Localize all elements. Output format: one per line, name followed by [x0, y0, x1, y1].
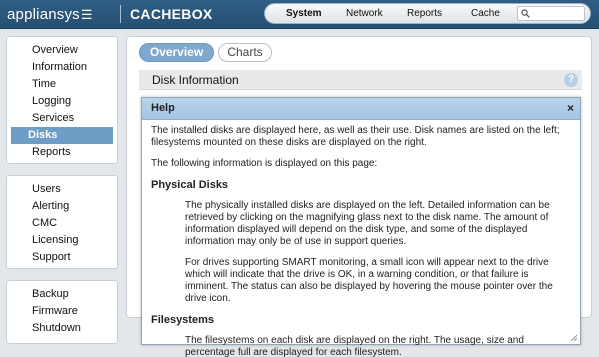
- tab-overview[interactable]: Overview: [139, 43, 214, 62]
- sidebar-group-system: Overview Information Time Logging Servic…: [6, 36, 118, 164]
- product-name: CACHEBOX: [130, 6, 213, 22]
- nav-tab-network[interactable]: Network: [346, 8, 383, 19]
- appliansys-logo[interactable]: appliansys☰: [7, 6, 93, 23]
- help-title: Help: [151, 102, 175, 114]
- sidebar-item-logging[interactable]: Logging: [11, 93, 113, 110]
- sidebar-item-time[interactable]: Time: [11, 76, 113, 93]
- sidebar-item-shutdown[interactable]: Shutdown: [11, 320, 113, 337]
- help-body: The installed disks are displayed here, …: [142, 120, 580, 357]
- logo-divider: [120, 5, 121, 23]
- top-navigation: System Network Reports Cache: [264, 3, 591, 24]
- close-icon[interactable]: ×: [567, 101, 574, 115]
- sidebar-item-support[interactable]: Support: [11, 249, 113, 266]
- section-title: Disk Information: [152, 73, 239, 87]
- logo-text: appliansys: [7, 6, 80, 23]
- physical-disks-text: The physically installed disks are displ…: [185, 200, 550, 247]
- disk-information-header: Disk Information ?: [139, 70, 582, 90]
- heading-filesystems: Filesystems: [151, 314, 214, 326]
- sidebar-item-backup[interactable]: Backup: [11, 286, 113, 303]
- search-input[interactable]: [517, 6, 585, 21]
- sidebar-item-information[interactable]: Information: [11, 59, 113, 76]
- sidebar-item-users[interactable]: Users: [11, 181, 113, 198]
- help-dialog: Help × The installed disks are displayed…: [141, 97, 581, 357]
- nav-tab-cache[interactable]: Cache: [471, 8, 500, 19]
- resize-grip-icon[interactable]: [570, 334, 578, 342]
- sidebar-item-overview[interactable]: Overview: [11, 42, 113, 59]
- sidebar-item-firmware[interactable]: Firmware: [11, 303, 113, 320]
- sidebar-item-cmc[interactable]: CMC: [11, 215, 113, 232]
- sidebar-item-alerting[interactable]: Alerting: [11, 198, 113, 215]
- sidebar-item-disks[interactable]: Disks: [11, 127, 113, 144]
- search-icon: [521, 9, 530, 18]
- nav-tab-system[interactable]: System: [286, 8, 322, 19]
- help-info-line: The following information is displayed o…: [151, 158, 378, 169]
- tab-charts[interactable]: Charts: [218, 43, 272, 62]
- sidebar-item-licensing[interactable]: Licensing: [11, 232, 113, 249]
- sidebar-group-admin: Users Alerting CMC Licensing Support: [6, 175, 118, 269]
- sidebar-item-services[interactable]: Services: [11, 110, 113, 127]
- help-icon[interactable]: ?: [564, 73, 578, 87]
- filesystems-text: The filesystems on each disk are display…: [185, 335, 524, 357]
- top-header: appliansys☰ CACHEBOX System Network Repo…: [0, 0, 599, 29]
- heading-physical-disks: Physical Disks: [151, 179, 229, 191]
- sidebar-item-reports[interactable]: Reports: [11, 144, 113, 161]
- smart-monitoring-text: For drives supporting SMART monitoring, …: [185, 257, 553, 304]
- logo-menu-icon: ☰: [80, 7, 93, 22]
- sidebar-group-maintenance: Backup Firmware Shutdown: [6, 280, 118, 344]
- help-dialog-header: Help ×: [142, 98, 580, 120]
- nav-tab-reports[interactable]: Reports: [407, 8, 442, 19]
- help-intro: The installed disks are displayed here, …: [151, 125, 560, 148]
